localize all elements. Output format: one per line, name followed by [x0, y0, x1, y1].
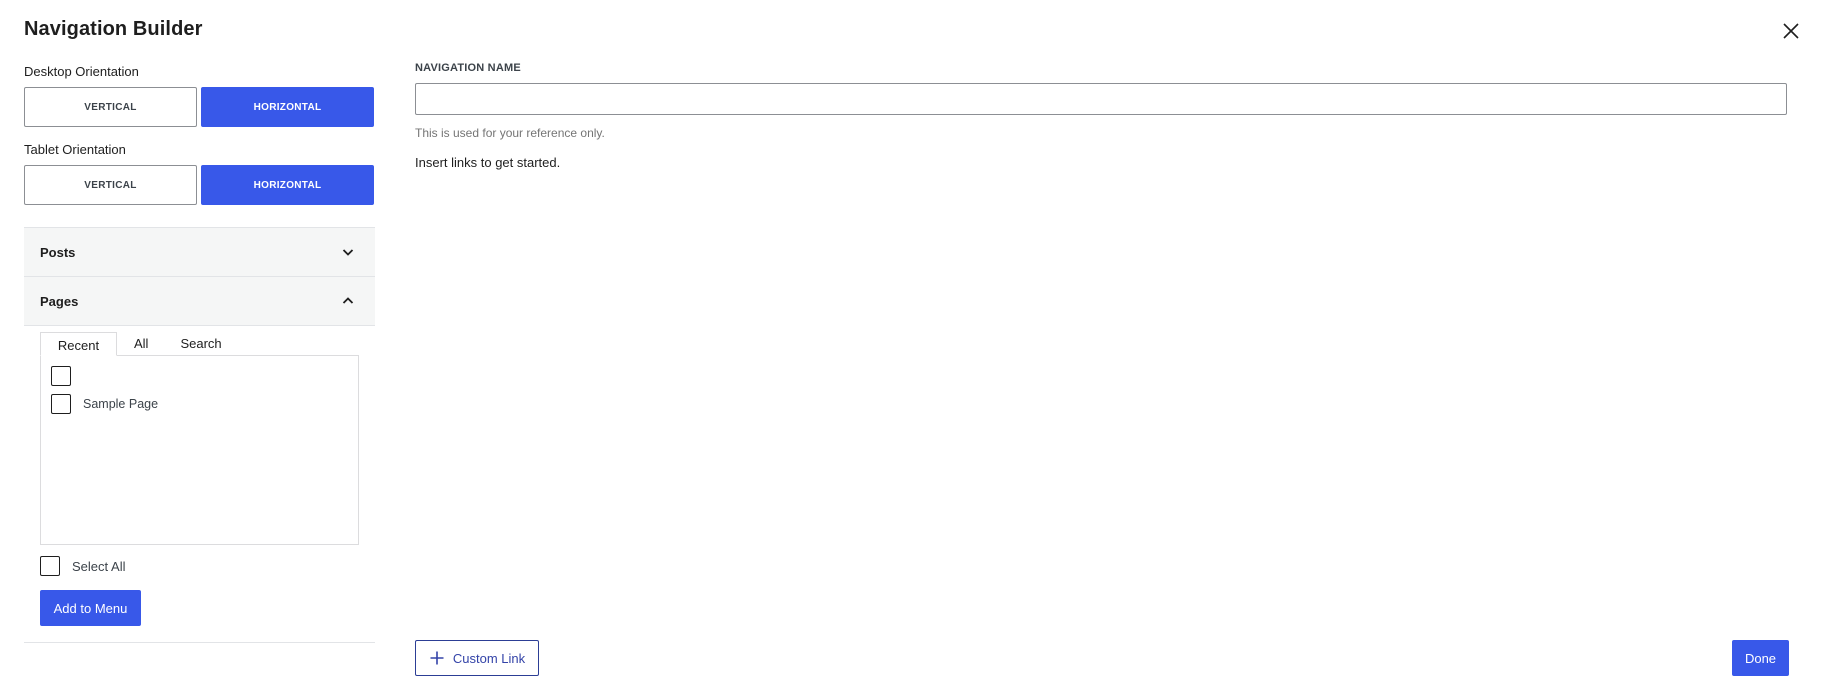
pages-panel-label: Pages: [40, 293, 79, 309]
done-button[interactable]: Done: [1732, 640, 1789, 676]
custom-link-button[interactable]: Custom Link: [415, 640, 539, 676]
link-source-accordion: Posts Pages Recent All Search Sample Pag…: [24, 227, 375, 643]
close-icon: [1783, 23, 1799, 39]
navigation-name-label: NAVIGATION NAME: [415, 62, 521, 74]
list-item: Sample Page: [51, 390, 348, 418]
settings-column: Desktop Orientation VERTICAL HORIZONTAL …: [24, 60, 374, 220]
tablet-horizontal-button[interactable]: HORIZONTAL: [201, 165, 374, 205]
tab-search[interactable]: Search: [164, 332, 237, 356]
close-button[interactable]: [1778, 18, 1804, 44]
list-item: [51, 362, 348, 390]
empty-state-hint: Insert links to get started.: [415, 155, 561, 170]
custom-link-label: Custom Link: [452, 650, 526, 666]
tablet-vertical-button[interactable]: VERTICAL: [24, 165, 197, 205]
modal-title: Navigation Builder: [24, 18, 203, 40]
desktop-orientation-label: Desktop Orientation: [24, 64, 139, 79]
select-all-label: Select All: [72, 558, 126, 574]
chevron-up-icon: [342, 297, 354, 304]
pages-panel-body: Recent All Search Sample Page Select All…: [24, 332, 375, 643]
posts-panel-label: Posts: [40, 244, 76, 260]
tab-all[interactable]: All: [117, 332, 164, 356]
navigation-name-input[interactable]: [415, 83, 1787, 115]
tablet-orientation-label: Tablet Orientation: [24, 142, 126, 157]
chevron-down-icon: [342, 249, 354, 256]
page-label: Sample Page: [83, 397, 159, 411]
pages-tabs: Recent All Search: [40, 332, 359, 356]
add-to-menu-button[interactable]: Add to Menu: [40, 590, 141, 626]
desktop-orientation-toggle: VERTICAL HORIZONTAL: [24, 87, 374, 127]
pages-list[interactable]: Sample Page: [40, 355, 359, 545]
desktop-vertical-button[interactable]: VERTICAL: [24, 87, 197, 127]
page-checkbox[interactable]: [51, 394, 71, 414]
plus-icon: [430, 651, 444, 665]
navigation-name-help: This is used for your reference only.: [415, 126, 605, 140]
posts-panel-header[interactable]: Posts: [24, 228, 375, 277]
pages-panel-header[interactable]: Pages: [24, 277, 375, 326]
select-all-row: Select All: [40, 555, 359, 577]
desktop-horizontal-button[interactable]: HORIZONTAL: [201, 87, 374, 127]
page-checkbox[interactable]: [51, 366, 71, 386]
tablet-orientation-toggle: VERTICAL HORIZONTAL: [24, 165, 374, 205]
main-column: NAVIGATION NAME This is used for your re…: [415, 62, 1788, 170]
select-all-checkbox[interactable]: [40, 556, 60, 576]
tab-recent[interactable]: Recent: [40, 332, 117, 356]
